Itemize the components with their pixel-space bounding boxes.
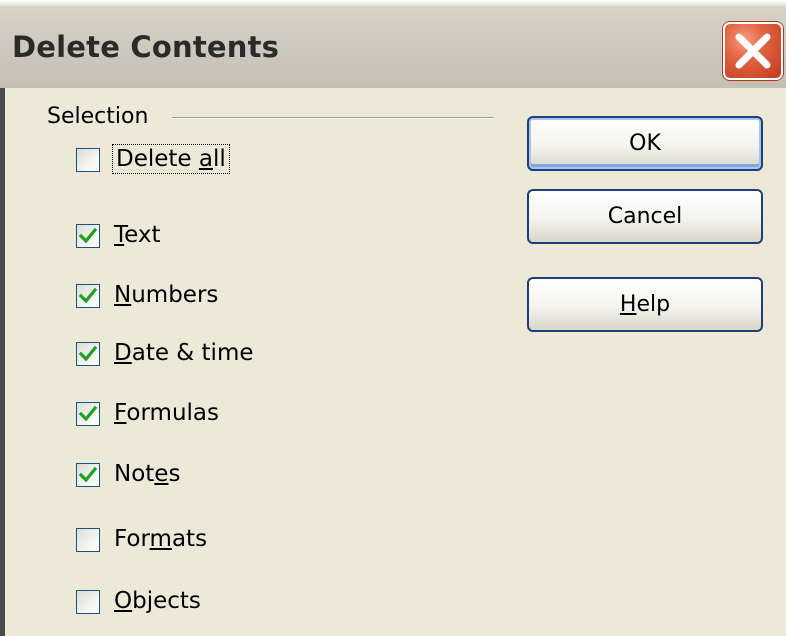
- checkmark-icon: [79, 405, 97, 422]
- title-bar[interactable]: Delete Contents: [0, 0, 786, 88]
- checkbox[interactable]: [76, 463, 100, 487]
- option-label: Delete all: [112, 144, 230, 174]
- option-label: Notes: [114, 461, 181, 487]
- selection-group-label: Selection: [47, 104, 149, 129]
- close-button[interactable]: [723, 22, 783, 80]
- window-left-border: [0, 88, 5, 636]
- checkbox[interactable]: [76, 284, 100, 308]
- option-label: Formats: [114, 526, 208, 552]
- option-label: Date & time: [114, 340, 254, 366]
- checkbox[interactable]: [76, 224, 100, 248]
- checkbox[interactable]: [76, 528, 100, 552]
- checkbox[interactable]: [76, 590, 100, 614]
- delete-contents-dialog: Delete Contents Selection Delete all Text…: [0, 0, 786, 636]
- checkbox[interactable]: [76, 342, 100, 366]
- checkbox[interactable]: [76, 402, 100, 426]
- option-label: Formulas: [114, 400, 219, 426]
- option-label: Objects: [114, 588, 201, 614]
- checkbox[interactable]: [76, 148, 100, 172]
- option-label: Numbers: [114, 282, 219, 308]
- checkmark-icon: [79, 345, 97, 362]
- option-label: Text: [114, 222, 161, 248]
- ok-button[interactable]: OK: [527, 116, 763, 171]
- close-icon: [735, 33, 771, 69]
- checkmark-icon: [79, 466, 97, 483]
- checkmark-icon: [79, 287, 97, 304]
- help-button[interactable]: Help: [527, 277, 763, 332]
- title-bar-highlight: [0, 0, 786, 6]
- cancel-button[interactable]: Cancel: [527, 189, 763, 244]
- checkmark-icon: [79, 227, 97, 244]
- help-button-label: Help: [619, 292, 671, 317]
- window-title: Delete Contents: [12, 30, 280, 64]
- selection-group-separator: [172, 117, 494, 119]
